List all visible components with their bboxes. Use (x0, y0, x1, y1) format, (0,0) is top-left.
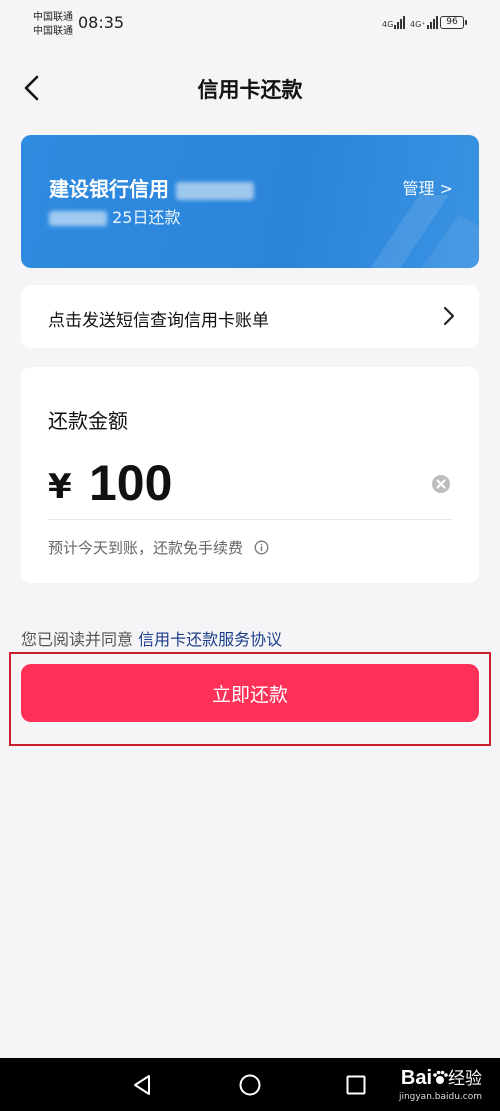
agreement-prefix: 您已阅读并同意 (21, 630, 134, 649)
carrier-1: 中国联通 (33, 12, 73, 23)
amount-title: 还款金额 (48, 409, 128, 433)
battery-level: 96 (446, 17, 458, 27)
due-line: 25日还款 (49, 204, 180, 228)
carrier-info: 中国联通 中国联通 (33, 11, 73, 39)
masked-card-number (175, 181, 254, 200)
bank-card[interactable]: 建设银行信用 25日还款 管理 > (21, 135, 479, 268)
arrival-hint-text: 预计今天到账，还款免手续费 (48, 539, 244, 557)
amount-card: 还款金额 ¥ 预计今天到账，还款免手续费 (21, 367, 479, 583)
recents-square-icon[interactable] (345, 1074, 367, 1096)
home-circle-icon[interactable] (239, 1074, 261, 1096)
network-label-1: 4G (382, 20, 394, 29)
agreement-line: 您已阅读并同意 信用卡还款服务协议 (21, 626, 282, 650)
chevron-right-icon (443, 306, 455, 326)
amount-input[interactable] (89, 455, 409, 511)
network-label-2: 4G⁺ (410, 20, 426, 29)
agreement-link[interactable]: 信用卡还款服务协议 (138, 630, 282, 649)
status-bar: 中国联通 中国联通 08:35 4G 4G⁺ 96 (0, 0, 500, 48)
sms-row-label: 点击发送短信查询信用卡账单 (48, 311, 269, 331)
bank-name-text: 建设银行信用 (49, 177, 169, 201)
watermark-brand: Bai (400, 1067, 432, 1089)
nav-header: 信用卡还款 (0, 64, 500, 112)
baidu-jingyan-watermark: Bai 经验 jingyan.baidu.com (399, 1064, 482, 1102)
watermark-suffix: 经验 (448, 1069, 482, 1089)
clear-icon[interactable] (431, 474, 451, 494)
signal-icon-1: 4G (382, 15, 406, 29)
back-triangle-icon[interactable] (132, 1074, 154, 1096)
battery-icon: 96 (440, 16, 467, 29)
paw-logo-icon (433, 1070, 448, 1084)
status-time: 08:35 (78, 13, 125, 32)
info-icon[interactable] (254, 540, 269, 555)
currency-symbol: ¥ (48, 467, 72, 507)
carrier-2: 中国联通 (33, 26, 73, 37)
due-date-text: 25日还款 (112, 208, 181, 227)
divider (48, 519, 452, 520)
bank-name: 建设银行信用 (49, 173, 254, 202)
sms-bill-query-row[interactable]: 点击发送短信查询信用卡账单 (21, 285, 479, 348)
masked-holder (49, 211, 107, 226)
pay-now-button[interactable]: 立即还款 (21, 664, 479, 722)
manage-link[interactable]: 管理 > (403, 175, 454, 199)
page-title: 信用卡还款 (197, 78, 303, 102)
signal-icon-2: 4G⁺ (410, 15, 438, 29)
system-nav-bar: Bai 经验 jingyan.baidu.com (0, 1058, 500, 1111)
arrival-hint: 预计今天到账，还款免手续费 (48, 537, 269, 558)
watermark-url: jingyan.baidu.com (398, 1092, 482, 1102)
